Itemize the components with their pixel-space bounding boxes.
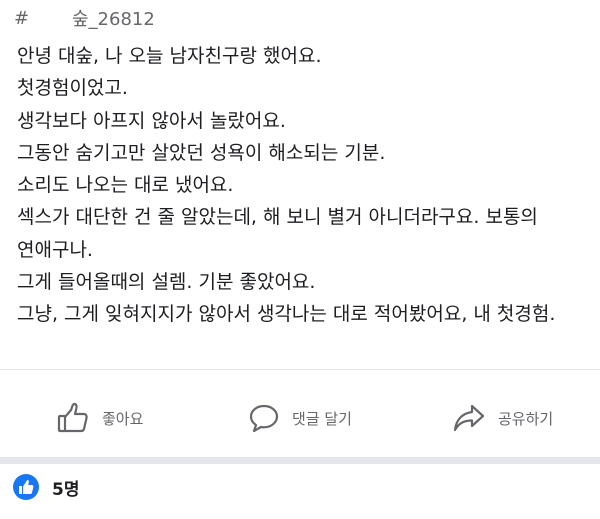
comment-label: 댓글 달기 [292, 409, 352, 428]
post-tag[interactable]: 숲_26812 [72, 5, 155, 31]
like-button[interactable]: 좋아요 [56, 401, 143, 435]
speech-bubble-icon [248, 402, 280, 434]
post-line: 그동안 숨기고만 살았던 성욕이 해소되는 기분. [17, 141, 386, 164]
share-arrow-icon [452, 402, 486, 434]
post-line: 그냥, 그게 잊혀지지가 않아서 생각나는 대로 적어봤어요, 내 첫경험. [17, 303, 556, 326]
share-button[interactable]: 공유하기 [452, 402, 553, 434]
share-label: 공유하기 [498, 409, 554, 428]
post-line: 섹스가 대단한 건 줄 알았는데, 해 보니 별거 아니더라구요. 보통의 연애… [17, 206, 538, 261]
post-header: # 숲_26812 [14, 5, 155, 31]
reaction-count: 5명 [52, 479, 80, 500]
divider [0, 369, 600, 370]
hash-symbol: # [14, 7, 30, 29]
post-line: 소리도 나오는 대로 냈어요. [17, 174, 234, 197]
thumbs-up-icon [56, 401, 90, 435]
post-line: 생각보다 아프지 않아서 놀랐어요. [17, 109, 286, 132]
post-line: 그게 들어올때의 설렘. 기분 좋았어요. [17, 271, 316, 294]
post-actions: 좋아요 댓글 달기 공유하기 [0, 395, 600, 441]
reactions-summary[interactable]: 5명 [13, 473, 79, 501]
post-line: 첫경험이었고. [17, 77, 128, 100]
like-label: 좋아요 [102, 409, 144, 428]
like-reaction-icon [13, 474, 39, 500]
post-body: 안녕 대숲, 나 오늘 남자친구랑 했어요. 첫경험이었고. 생각보다 아프지 … [17, 40, 587, 331]
section-separator [0, 457, 600, 464]
post-line: 안녕 대숲, 나 오늘 남자친구랑 했어요. [17, 45, 322, 67]
comment-button[interactable]: 댓글 달기 [248, 402, 352, 434]
